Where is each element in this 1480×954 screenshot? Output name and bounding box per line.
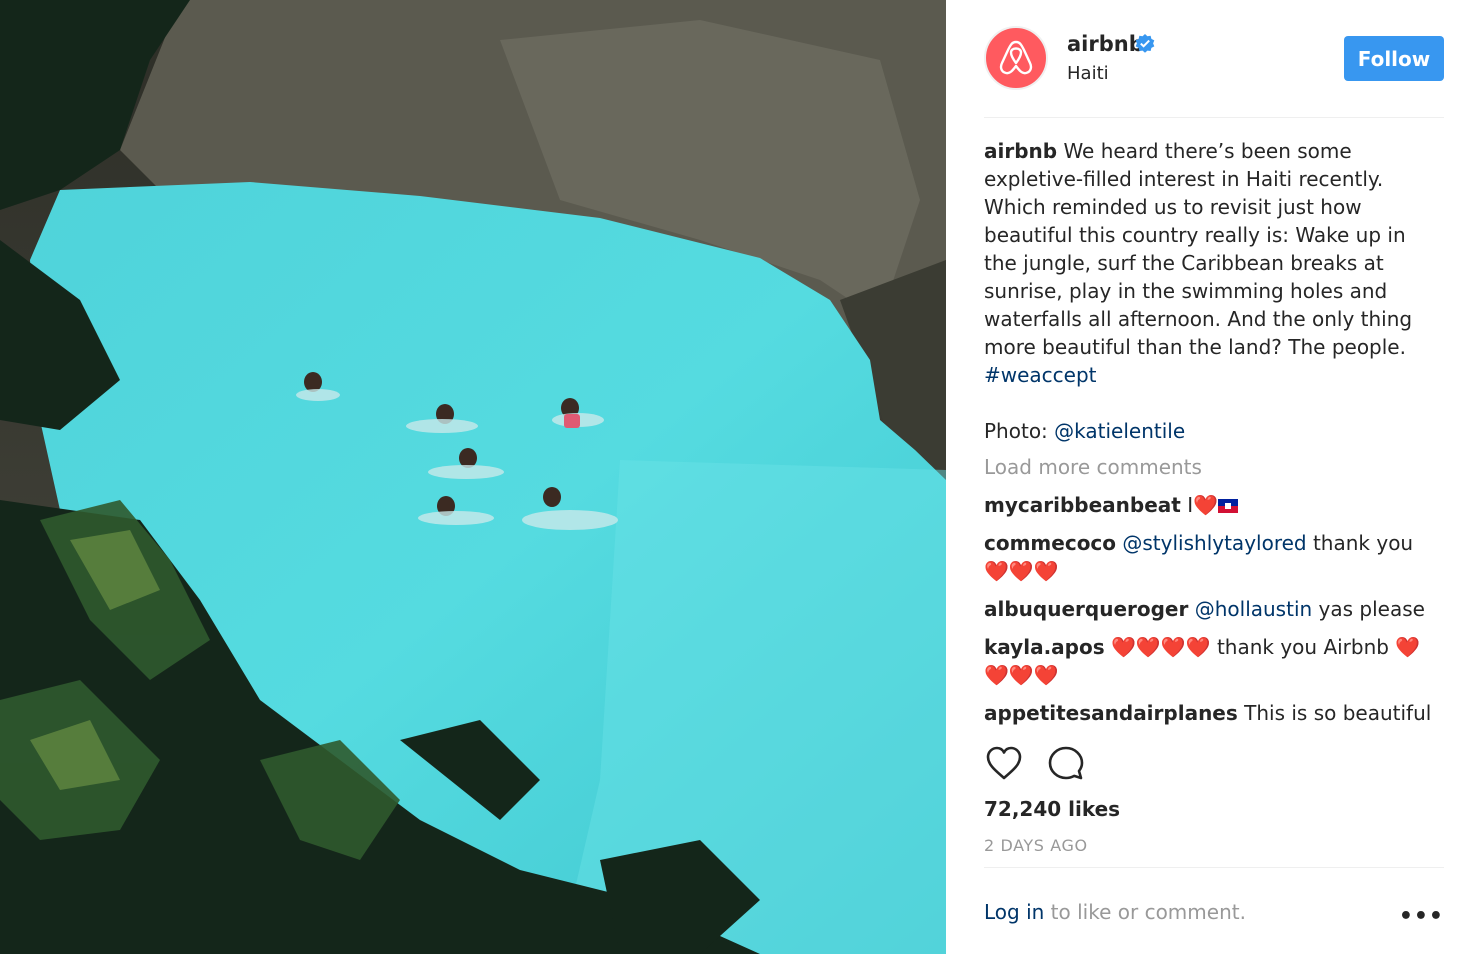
comment-text: thank you (1312, 531, 1414, 555)
comment-text: This is so beautiful (1244, 701, 1432, 725)
comment-mention[interactable]: @hollaustin (1195, 597, 1312, 621)
post-timestamp[interactable]: 2 DAYS AGO (984, 836, 1088, 855)
credit-handle[interactable]: @katielentile (1054, 419, 1185, 443)
comment-username[interactable]: albuquerqueroger (984, 597, 1188, 621)
comment-mention[interactable]: @stylishlytaylored (1122, 531, 1306, 555)
verified-badge-icon (1135, 34, 1155, 53)
comment-username[interactable]: kayla.apos (984, 635, 1105, 659)
likes-count[interactable]: 72,240 likes (984, 797, 1120, 821)
header-location[interactable]: Haiti (1067, 63, 1109, 84)
comment-hearts: ❤️❤️❤️ (984, 559, 1059, 583)
comment-username[interactable]: appetitesandairplanes (984, 701, 1238, 725)
comment-item: mycaribbeanbeat I❤️ (984, 491, 1444, 519)
avatar[interactable] (984, 26, 1048, 90)
comment-text: thank you Airbnb (1216, 635, 1389, 659)
photo-image (0, 0, 946, 954)
post-actions (984, 740, 1444, 786)
more-options-button[interactable]: ••• (1399, 904, 1444, 929)
load-more-comments[interactable]: Load more comments (984, 453, 1444, 481)
instagram-post: airbnb Haiti Follow airbnb We heard ther… (0, 0, 1480, 954)
login-suffix: to like or comment. (1050, 900, 1246, 924)
comment-text: yas please (1318, 597, 1425, 621)
caption-username[interactable]: airbnb (984, 139, 1057, 163)
post-footer: Log in to like or comment. ••• (984, 867, 1444, 954)
comment-username[interactable]: mycaribbeanbeat (984, 493, 1181, 517)
photo-credit: Photo: @katielentile (984, 417, 1444, 445)
login-prompt: Log in to like or comment. (984, 900, 1246, 924)
comment-username[interactable]: commecoco (984, 531, 1116, 555)
post-side-panel: airbnb Haiti Follow airbnb We heard ther… (946, 0, 1480, 954)
comments-list: airbnb We heard there’s been some explet… (984, 137, 1444, 725)
comment-item: commecoco @stylishlytaylored thank you ❤… (984, 529, 1444, 585)
airbnb-logo-icon (999, 40, 1033, 75)
follow-button[interactable]: Follow (1344, 36, 1444, 81)
post-photo[interactable] (0, 0, 946, 954)
comment-item: kayla.apos ❤️❤️❤️❤️ thank you Airbnb ❤️❤… (984, 633, 1444, 689)
heart-outline-icon[interactable] (984, 744, 1024, 784)
comment-item: appetitesandairplanes This is so beautif… (984, 699, 1444, 725)
haiti-flag-icon (1218, 499, 1238, 513)
comment-item: albuquerqueroger @hollaustin yas please (984, 595, 1444, 623)
comment-hearts-before: ❤️❤️❤️❤️ (1110, 635, 1211, 659)
credit-prefix: Photo: (984, 419, 1048, 443)
comment-hearts: ❤️ (1193, 493, 1218, 517)
post-header: airbnb Haiti Follow (984, 26, 1444, 118)
caption-text: We heard there’s been some expletive-fil… (984, 139, 1413, 359)
login-link[interactable]: Log in (984, 900, 1044, 924)
comment-bubble-icon[interactable] (1046, 744, 1086, 784)
caption-hashtag[interactable]: #weaccept (984, 363, 1097, 387)
header-username[interactable]: airbnb (1067, 32, 1144, 56)
post-caption: airbnb We heard there’s been some explet… (984, 137, 1444, 389)
